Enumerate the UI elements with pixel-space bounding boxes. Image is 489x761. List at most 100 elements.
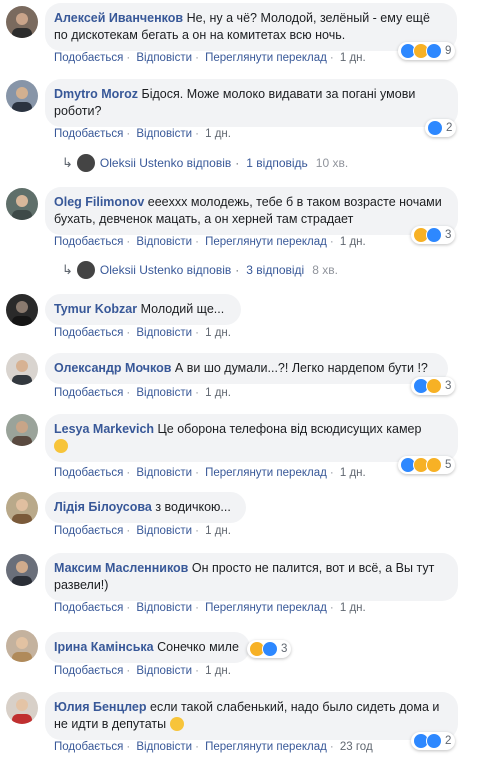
comment-author[interactable]: Ірина Камінська — [54, 640, 154, 654]
translate-link[interactable]: Переглянути переклад — [205, 467, 327, 479]
comment-actions: Подобається · Відповісти · 1 дн. — [54, 525, 231, 537]
like-reaction-icon — [262, 641, 278, 657]
reply-link[interactable]: Відповісти — [136, 128, 192, 140]
reactions-summary[interactable]: 2 — [425, 119, 457, 137]
reply-author[interactable]: Oleksii Ustenko — [100, 263, 183, 277]
avatar[interactable] — [6, 80, 38, 112]
reply-link[interactable]: Відповісти — [136, 387, 192, 399]
replies-link[interactable]: ↳ Oleksii Ustenko відповів · 1 відповідь… — [62, 154, 348, 172]
reaction-count: 3 — [445, 380, 452, 392]
comment-actions: Подобається · Відповісти · Переглянути пер… — [54, 602, 366, 614]
comment-bubble: Лідія Білоусова з водичкою... — [45, 492, 246, 523]
like-link[interactable]: Подобається — [54, 236, 123, 248]
reactions-summary[interactable]: 9 — [398, 42, 456, 60]
reactions-summary[interactable]: 5 — [398, 456, 456, 474]
comment-bubble: Lesya Markevich Це оборона телефона від … — [45, 414, 458, 462]
like-link[interactable]: Подобається — [54, 387, 123, 399]
translate-link[interactable]: Переглянути переклад — [205, 741, 327, 753]
avatar — [76, 261, 95, 279]
translate-link[interactable]: Переглянути переклад — [205, 52, 327, 64]
smile-emoji-icon — [169, 717, 184, 731]
comment-time[interactable]: 1 дн. — [340, 602, 366, 614]
comment-actions: Подобається · Відповісти · Переглянути пер… — [54, 236, 366, 248]
reply-link[interactable]: Відповісти — [136, 525, 192, 537]
reply-link[interactable]: Відповісти — [136, 602, 192, 614]
like-link[interactable]: Подобається — [54, 467, 123, 479]
reply-count[interactable]: 3 відповіді — [246, 263, 304, 277]
avatar[interactable] — [6, 188, 38, 220]
reactions-summary[interactable]: 3 — [247, 640, 292, 658]
reactions-summary[interactable]: 3 — [411, 377, 456, 395]
avatar[interactable] — [6, 630, 38, 662]
like-link[interactable]: Подобається — [54, 602, 123, 614]
like-link[interactable]: Подобається — [54, 327, 123, 339]
comment-bubble: Олександр Мочков А ви шо думали...?! Лег… — [45, 353, 448, 384]
comment-author[interactable]: Lesya Markevich — [54, 422, 154, 436]
reply-verb: відповів — [186, 263, 232, 277]
reply-link[interactable]: Відповісти — [136, 467, 192, 479]
comment-author[interactable]: Максим Масленников — [54, 561, 188, 575]
comment-bubble: Юлия Бенцлер если такой слабенький, надо… — [45, 692, 458, 740]
like-link[interactable]: Подобається — [54, 128, 123, 140]
like-link[interactable]: Подобається — [54, 52, 123, 64]
reaction-count: 5 — [445, 459, 452, 471]
avatar — [76, 154, 95, 172]
reply-link[interactable]: Відповісти — [136, 236, 192, 248]
comment-time[interactable]: 1 дн. — [205, 665, 231, 677]
translate-link[interactable]: Переглянути переклад — [205, 602, 327, 614]
avatar[interactable] — [6, 554, 38, 586]
like-reaction-icon — [426, 43, 442, 59]
translate-link[interactable]: Переглянути переклад — [205, 236, 327, 248]
comment-time[interactable]: 1 дн. — [340, 52, 366, 64]
comment-actions: Подобається · Відповісти · 1 дн. — [54, 387, 231, 399]
comment-bubble: Tymur Kobzar Молодий ще... — [45, 294, 241, 325]
comment-time[interactable]: 1 дн. — [205, 128, 231, 140]
comment-bubble: Oleg Filimonov eeexxx молодежь, тебе б в… — [45, 187, 458, 235]
reply-count[interactable]: 1 відповідь — [246, 156, 308, 170]
comment-time[interactable]: 23 год — [340, 741, 373, 753]
like-link[interactable]: Подобається — [54, 741, 123, 753]
reply-author[interactable]: Oleksii Ustenko — [100, 156, 183, 170]
reply-link[interactable]: Відповісти — [136, 52, 192, 64]
comment-time[interactable]: 1 дн. — [340, 467, 366, 479]
reply-time: 8 хв. — [312, 263, 338, 277]
comment-text: з водичкою... — [155, 500, 231, 514]
reply-link[interactable]: Відповісти — [136, 665, 192, 677]
comment-time[interactable]: 1 дн. — [205, 525, 231, 537]
comment-text: Сонечко миле — [157, 640, 239, 654]
comment-actions: Подобається · Відповісти · Переглянути пер… — [54, 741, 373, 753]
avatar[interactable] — [6, 294, 38, 326]
comment-author[interactable]: Oleg Filimonov — [54, 195, 144, 209]
avatar[interactable] — [6, 6, 38, 38]
avatar[interactable] — [6, 692, 38, 724]
reply-link[interactable]: Відповісти — [136, 741, 192, 753]
comment-actions: Подобається · Відповісти · 1 дн. — [54, 128, 231, 140]
like-link[interactable]: Подобається — [54, 665, 123, 677]
comment-author[interactable]: Юлия Бенцлер — [54, 700, 147, 714]
avatar[interactable] — [6, 353, 38, 385]
reaction-count: 2 — [446, 122, 453, 134]
reply-arrow-icon: ↳ — [62, 155, 73, 170]
comment-author[interactable]: Олександр Мочков — [54, 361, 171, 375]
reactions-summary[interactable]: 2 — [411, 732, 456, 750]
like-link[interactable]: Подобається — [54, 525, 123, 537]
replies-link[interactable]: ↳ Oleksii Ustenko відповів · 3 відповіді… — [62, 261, 338, 279]
comment-actions: Подобається · Відповісти · 1 дн. — [54, 327, 231, 339]
comment-text: А ви шо думали...?! Легко нардепом бути … — [174, 361, 428, 375]
comment-author[interactable]: Tymur Kobzar — [54, 302, 137, 316]
comment-author[interactable]: Алексей Иванченков — [54, 11, 183, 25]
reply-link[interactable]: Відповісти — [136, 327, 192, 339]
comment-time[interactable]: 1 дн. — [205, 387, 231, 399]
comment-bubble: Максим Масленников Он просто не палится,… — [45, 553, 458, 601]
reaction-count: 9 — [445, 45, 452, 57]
comment-bubble: Алексей Иванченков Не, ну а чё? Молодой,… — [45, 3, 457, 51]
comment-author[interactable]: Лідія Білоусова — [54, 500, 152, 514]
reactions-summary[interactable]: 3 — [411, 226, 456, 244]
avatar[interactable] — [6, 492, 38, 524]
comment-author[interactable]: Dmytro Moroz — [54, 87, 138, 101]
reaction-count: 3 — [281, 643, 288, 655]
comment-time[interactable]: 1 дн. — [205, 327, 231, 339]
comment-text: Молодий ще... — [140, 302, 225, 316]
avatar[interactable] — [6, 414, 38, 446]
comment-time[interactable]: 1 дн. — [340, 236, 366, 248]
